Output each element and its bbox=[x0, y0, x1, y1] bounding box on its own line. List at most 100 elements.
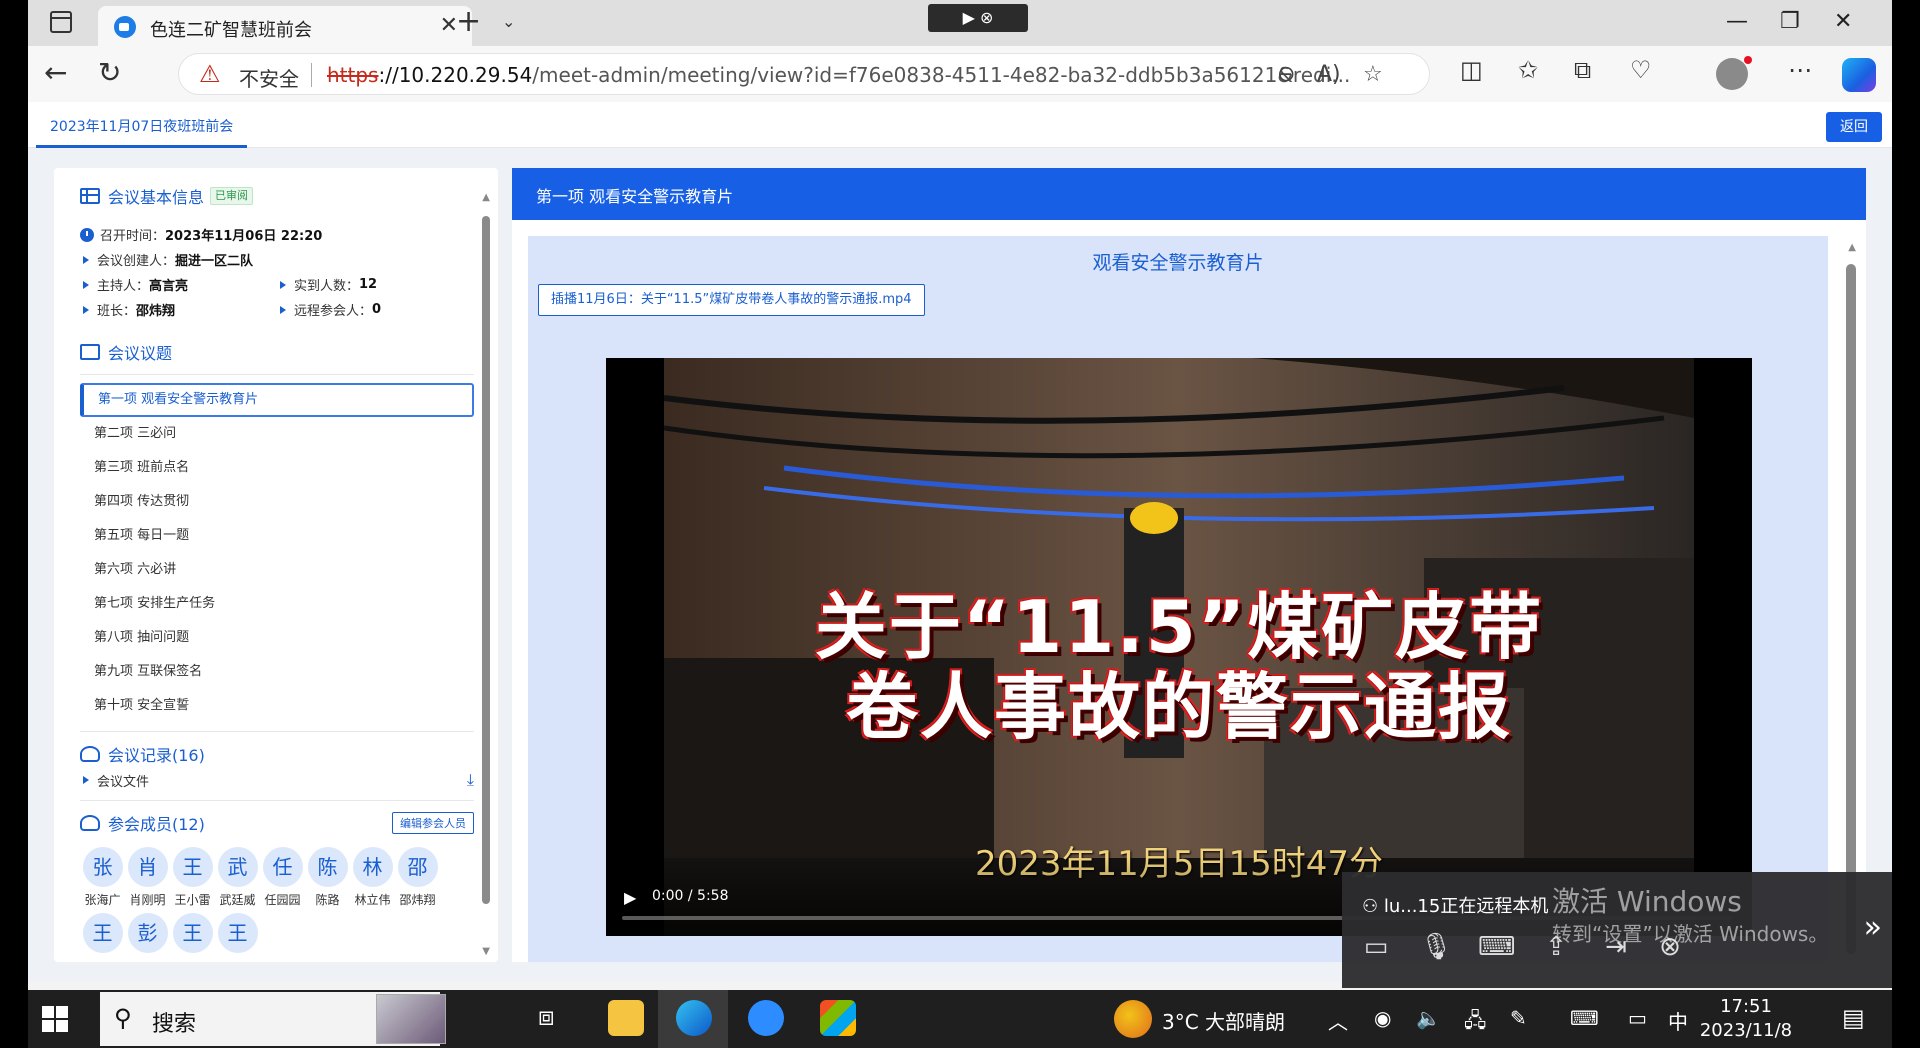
edge-icon[interactable] bbox=[676, 1000, 712, 1036]
meeting-tab[interactable]: 2023年11月07日夜班班前会 bbox=[36, 102, 248, 148]
start-time-label: 召开时间： bbox=[100, 229, 166, 244]
video-player[interactable]: 关于“11.5”煤矿皮带 卷人事故的警示通报 2023年11月5日15时47分 … bbox=[606, 358, 1752, 936]
copilot-icon[interactable] bbox=[1842, 58, 1876, 92]
url-bar[interactable]: ⚠ 不安全 https://10.220.29.54/meet-admin/me… bbox=[178, 53, 1430, 95]
agenda-item-5[interactable]: 第五项 每日一题 bbox=[80, 519, 474, 553]
agenda-detail-title: 观看安全警示教育片 bbox=[1092, 252, 1264, 274]
member-item[interactable]: 武武廷威 bbox=[215, 847, 260, 913]
browser-tab[interactable]: 色连二矿智慧班前会 ✕ bbox=[98, 6, 472, 46]
favorites-icon[interactable]: ✩ bbox=[1518, 56, 1538, 84]
microphone-icon[interactable]: 🎙 bbox=[1418, 932, 1454, 968]
scroll-up-arrow-icon[interactable]: ▲ bbox=[1848, 242, 1856, 253]
zoom-icon[interactable] bbox=[748, 1000, 784, 1036]
windows-start-icon[interactable] bbox=[42, 1006, 68, 1032]
new-tab-icon[interactable]: + bbox=[456, 4, 481, 39]
caret-right-icon bbox=[83, 305, 89, 314]
member-avatar: 王 bbox=[172, 913, 213, 953]
scroll-up-arrow-icon[interactable]: ▲ bbox=[482, 192, 490, 203]
member-item[interactable]: 王 bbox=[215, 913, 260, 962]
read-aloud-icon[interactable]: A) bbox=[1317, 62, 1341, 87]
video-file-chip[interactable]: 插播11月6日：关于“11.5”煤矿皮带卷人事故的警示通报.mp4 bbox=[538, 284, 925, 316]
tray-chevron-icon[interactable]: ︿ bbox=[1328, 1006, 1348, 1035]
member-avatar: 任 bbox=[262, 847, 303, 887]
meeting-info-panel: 会议基本信息 已审阅 召开时间： 2023年11月06日 22:20 会议创建人… bbox=[54, 168, 498, 962]
scrollbar-thumb[interactable] bbox=[1846, 264, 1856, 954]
member-avatar: 王 bbox=[82, 913, 123, 953]
pen-icon[interactable]: ✎ bbox=[1510, 1006, 1527, 1030]
download-icon[interactable]: ⤓ bbox=[467, 770, 474, 790]
agenda-item-8[interactable]: 第八项 抽问问题 bbox=[80, 621, 474, 655]
member-avatar: 陈 bbox=[307, 847, 348, 887]
back-button[interactable]: 返回 bbox=[1826, 112, 1882, 142]
meeting-file-label[interactable]: 会议文件 bbox=[97, 771, 149, 790]
keyboard-icon[interactable]: ⌨ bbox=[1478, 932, 1516, 968]
task-view-icon[interactable]: ⧈ bbox=[538, 1002, 555, 1033]
favorite-star-icon[interactable]: ☆ bbox=[1363, 62, 1383, 87]
divider bbox=[80, 800, 474, 801]
tablet-icon[interactable]: ▭ bbox=[1628, 1006, 1647, 1030]
tab-actions-icon[interactable] bbox=[50, 11, 72, 33]
browser-essentials-icon[interactable]: ♡ bbox=[1630, 56, 1652, 84]
scroll-down-arrow-icon[interactable]: ▼ bbox=[482, 946, 490, 957]
agenda-item-6[interactable]: 第六项 六必讲 bbox=[80, 553, 474, 587]
record-icon[interactable]: ◉ bbox=[1374, 1006, 1391, 1030]
member-item[interactable]: 任任园园 bbox=[260, 847, 305, 913]
keyboard-tray-icon[interactable]: ⌨ bbox=[1570, 1006, 1599, 1030]
start-time-value: 2023年11月06日 22:20 bbox=[165, 229, 323, 244]
member-item[interactable]: 邵邵炜翔 bbox=[395, 847, 440, 913]
agenda-item-4[interactable]: 第四项 传达贯彻 bbox=[80, 485, 474, 519]
file-explorer-icon[interactable] bbox=[608, 1000, 644, 1036]
remote-user-text: ⚇ lu...15正在远程本机 bbox=[1362, 892, 1548, 918]
agenda-item-9[interactable]: 第九项 互联保签名 bbox=[80, 655, 474, 689]
restore-icon[interactable]: ❐ bbox=[1780, 9, 1800, 34]
url-text[interactable]: https://10.220.29.54/meet-admin/meeting/… bbox=[327, 63, 1350, 87]
split-screen-icon[interactable]: ◫ bbox=[1460, 56, 1483, 84]
clock-time[interactable]: 17:51 bbox=[1696, 996, 1796, 1017]
member-item[interactable]: 王王小雷 bbox=[170, 847, 215, 913]
more-options-icon[interactable]: ⋯ bbox=[1788, 56, 1812, 84]
member-item[interactable]: 肖肖刚明 bbox=[125, 847, 170, 913]
chevron-down-icon[interactable]: ⌄ bbox=[502, 12, 515, 31]
profile-avatar-icon[interactable] bbox=[1716, 56, 1752, 90]
search-highlight-thumbnail[interactable] bbox=[376, 994, 446, 1044]
warning-icon: ⚠ bbox=[199, 60, 221, 88]
zoom-out-icon[interactable]: ⊖ bbox=[1277, 62, 1295, 87]
ime-indicator[interactable]: 中 bbox=[1668, 1006, 1688, 1035]
agenda-item-7[interactable]: 第七项 安排生产任务 bbox=[80, 587, 474, 621]
video-headline-2: 卷人事故的警示通报 bbox=[845, 665, 1512, 749]
close-window-icon[interactable]: ✕ bbox=[1834, 9, 1852, 34]
refresh-icon[interactable]: ↻ bbox=[98, 56, 121, 89]
caret-right-icon bbox=[83, 776, 89, 784]
security-label[interactable]: 不安全 bbox=[239, 63, 299, 92]
edit-members-button[interactable]: 编辑参会人员 bbox=[392, 812, 474, 834]
chat-icon[interactable]: ▭ bbox=[1358, 932, 1394, 968]
back-arrow-icon[interactable]: ← bbox=[44, 56, 67, 89]
member-item[interactable]: 王 bbox=[80, 913, 125, 962]
member-item[interactable]: 林林立伟 bbox=[350, 847, 395, 913]
member-item[interactable]: 张张海广 bbox=[80, 847, 125, 913]
agenda-item-1[interactable]: 第一项 观看安全警示教育片 bbox=[80, 383, 474, 417]
notification-icon[interactable]: ▤ bbox=[1842, 1004, 1865, 1032]
member-item[interactable]: 王 bbox=[170, 913, 215, 962]
network-icon[interactable]: 🖧 bbox=[1464, 1006, 1486, 1040]
clock-date[interactable]: 2023/11/8 bbox=[1696, 1020, 1796, 1041]
collections-icon[interactable]: ⧉ bbox=[1574, 56, 1591, 84]
scrollbar-thumb[interactable] bbox=[482, 216, 490, 904]
remote-count-value: 0 bbox=[372, 302, 382, 317]
screen-share-indicator[interactable]: ▶ ⊗ bbox=[928, 4, 1028, 32]
member-item[interactable]: 彭 bbox=[125, 913, 170, 962]
expand-icon[interactable]: » bbox=[1864, 910, 1882, 945]
store-icon[interactable] bbox=[820, 1000, 856, 1036]
actual-count-label: 实到人数： bbox=[294, 279, 360, 294]
weather-text[interactable]: 3°C 大部晴朗 bbox=[1162, 1006, 1285, 1035]
minimize-icon[interactable]: — bbox=[1726, 9, 1748, 34]
agenda-item-3[interactable]: 第三项 班前点名 bbox=[80, 451, 474, 485]
weather-icon[interactable] bbox=[1114, 1000, 1152, 1038]
play-icon[interactable]: ▶ bbox=[624, 888, 636, 907]
host-label: 主持人： bbox=[97, 279, 150, 294]
volume-icon[interactable]: 🔈 bbox=[1416, 1006, 1441, 1030]
agenda-item-10[interactable]: 第十项 安全宣誓 bbox=[80, 689, 474, 723]
member-item[interactable]: 陈陈路 bbox=[305, 847, 350, 913]
status-badge: 已审阅 bbox=[210, 187, 254, 205]
agenda-item-2[interactable]: 第二项 三必问 bbox=[80, 417, 474, 451]
